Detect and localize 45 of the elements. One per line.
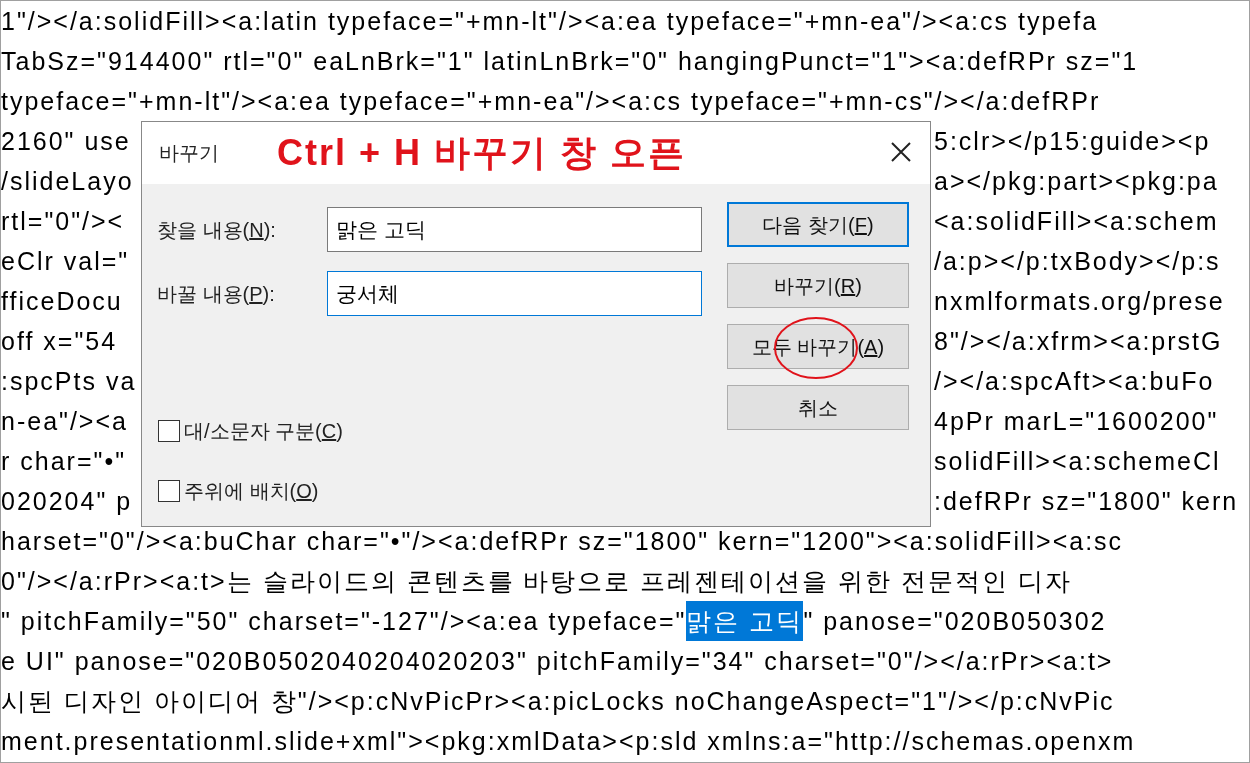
dialog-button[interactable]: 바꾸기(R) [727,263,909,308]
code-text: ment.presentationml.slide+xml"><pkg:xmlData><p:sld xmlns:a="http://schemas.openxm [1,726,1136,757]
code-text: 2160" use [1,126,131,157]
code-text: n-ea"/><a [1,406,128,437]
code-text: r char="•" [1,446,126,477]
code-text: TabSz="914400" rtl="0" eaLnBrk="1" latinLnBrk="0" hangingPunct="1"><a:defRPr sz="1 [1,46,1139,77]
code-text: nxmlformats.org/prese [934,286,1225,317]
code-text: eClr val=" [1,246,130,277]
annotation-title: Ctrl + H 바꾸기 창 오픈 [277,131,687,175]
code-text: e UI" panose="020B0502040204020203" pitchFamily="34" charset="0"/></a:rPr><a:t> [1,646,1114,677]
selected-text: 맑은 고딕 [686,601,804,641]
code-text: 1"/></a:solidFill><a:latin typeface="+mn-lt"/><a:ea typeface="+mn-ea"/><a:cs typefa [1,6,1099,37]
code-text: " panose="020B050302 [803,606,1107,637]
code-text: :defRPr sz="1800" kern [934,486,1239,517]
code-text: 4pPr marL="1600200" [934,406,1219,437]
code-text: /a:p></p:txBody></p:s [934,246,1221,277]
code-text: 0"/></a:rPr><a:t>는 슬라이드의 콘텐츠를 바탕으로 프레젠테이션을 위한 전문적인 디자 [1,566,1073,597]
code-text: " pitchFamily="50" charset="-127"/><a:ea typeface=" [1,606,687,637]
code-text: solidFill><a:schemeCl [934,446,1221,477]
code-text: 5:clr></p15:guide><p [934,126,1211,157]
text-field[interactable]: 궁서체 [327,271,702,316]
code-text: <a:solidFill><a:schem [934,206,1219,237]
checkbox-label: 대/소문자 구분(C) [184,419,343,444]
code-text: fficeDocu [1,286,123,317]
checkbox[interactable] [158,480,180,502]
code-text: 8"/></a:xfrm><a:prstG [934,326,1223,357]
code-text: /slideLayo [1,166,134,197]
checkbox[interactable] [158,420,180,442]
code-text: 020204" p [1,486,133,517]
code-text: harset="0"/><a:buChar char="•"/><a:defRPr sz="1800" kern="1200"><a:solidFill><a:sc [1,526,1124,557]
dialog-button[interactable]: 취소 [727,385,909,430]
code-text: 시된 디자인 아이디어 창"/><p:cNvPicPr><a:picLocks noChangeAspect="1"/></p:cNvPic [1,686,1115,717]
field-label: 찾을 내용(N): [157,217,277,243]
dialog-button[interactable]: 다음 찾기(F) [727,202,909,247]
code-text: typeface="+mn-lt"/><a:ea typeface="+mn-ea"/><a:cs typeface="+mn-cs"/></a:defRPr [1,86,1101,117]
close-icon[interactable] [890,141,912,163]
code-text: :spcPts va [1,366,137,397]
code-text: rtl="0"/>< [1,206,125,237]
text-field[interactable]: 맑은 고딕 [327,207,702,252]
field-label: 바꿀 내용(P): [157,281,276,307]
checkbox-label: 주위에 배치(O) [184,479,319,504]
dialog-title: 바꾸기 [159,141,219,166]
code-text: a></pkg:part><pkg:pa [934,166,1219,197]
code-text: off x="54 [1,326,118,357]
code-text: /></a:spcAft><a:buFo [934,366,1215,397]
